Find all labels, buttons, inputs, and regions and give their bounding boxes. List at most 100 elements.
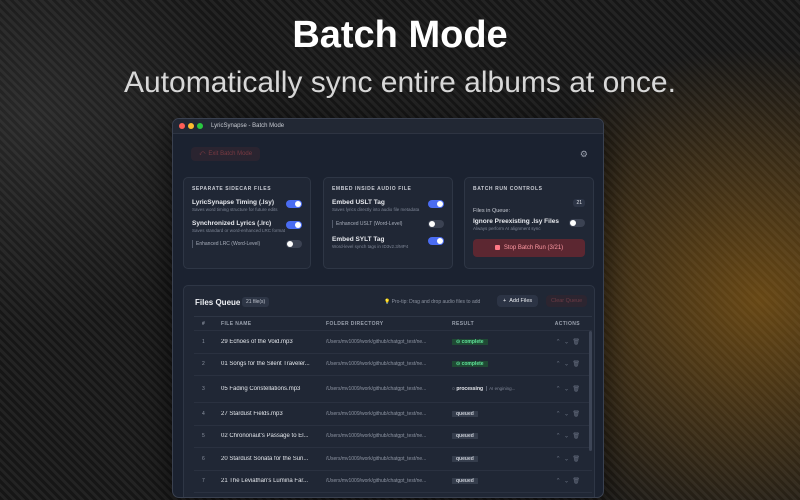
gear-icon[interactable]: ⚙ — [580, 149, 588, 160]
uslt-toggle[interactable] — [428, 200, 444, 208]
row-actions: ⌃ ⌄ 🗑 — [530, 361, 580, 368]
table-row[interactable]: 5 02 Chrononaut's Passage to El... /User… — [194, 426, 592, 448]
queue-title: Files Queue — [195, 298, 241, 307]
files-in-queue: Files in Queue: 21 — [473, 199, 585, 214]
clear-queue-button[interactable]: Clear Queue — [546, 295, 588, 307]
minimize-window-button[interactable] — [188, 123, 194, 129]
hero-title: Batch Mode — [292, 14, 508, 56]
row-number: 3 — [202, 386, 205, 392]
move-down-icon[interactable]: ⌄ — [564, 387, 569, 393]
table-row[interactable]: 7 21 The Leviathan's Lumina Far... /User… — [194, 471, 592, 493]
row-actions: ⌃ ⌄ 🗑 — [530, 433, 580, 440]
enhanced-lrc-toggle[interactable] — [286, 240, 302, 248]
move-up-icon[interactable]: ⌃ — [556, 456, 561, 462]
hero-subtitle: Automatically sync entire albums at once… — [124, 66, 676, 99]
sidecar-panel: SEPARATE SIDECAR FILES LyricSynapse Timi… — [183, 177, 311, 269]
folder-directory: /Users/mv1009/work/github/chatgpt_test/n… — [326, 386, 427, 392]
embed-panel: EMBED INSIDE AUDIO FILE Embed USLT Tag S… — [323, 177, 453, 269]
trash-icon[interactable]: 🗑 — [572, 387, 580, 393]
queue-count-badge: 21 file(s) — [242, 297, 270, 307]
move-up-icon[interactable]: ⌃ — [556, 434, 561, 440]
folder-directory: /Users/mv1009/work/github/chatgpt_test/n… — [326, 338, 427, 345]
close-window-button[interactable] — [179, 123, 185, 129]
file-name: 27 Stardust Fields.mp3 — [221, 410, 283, 417]
files-table: # FILE NAME FOLDER DIRECTORY RESULT ACTI… — [194, 316, 592, 497]
row-actions: ⌃ ⌄ 🗑 — [530, 410, 580, 417]
move-down-icon[interactable]: ⌄ — [564, 362, 569, 368]
move-up-icon[interactable]: ⌃ — [556, 339, 561, 345]
trash-icon[interactable]: 🗑 — [572, 411, 580, 417]
table-row[interactable]: 2 01 Songs for the Silent Traveler... /U… — [194, 354, 592, 376]
plus-icon: + — [503, 298, 507, 304]
move-up-icon[interactable]: ⌃ — [556, 387, 561, 393]
exit-icon: ⤺ — [199, 150, 206, 157]
sylt-toggle[interactable] — [428, 236, 444, 245]
files-queue-panel: Files Queue 21 file(s) 💡 Pro-tip: Drag a… — [183, 285, 595, 497]
window-title: LyricSynapse - Batch Mode — [211, 123, 285, 129]
enhanced-uslt-option: Enhanced USLT (Word-Level) — [332, 219, 444, 228]
uslt-option: Embed USLT Tag Saves lyrics directly int… — [332, 199, 444, 213]
row-actions: ⌃ ⌄ 🗑 — [530, 455, 580, 462]
ignore-lsy-toggle[interactable] — [569, 219, 585, 227]
trash-icon[interactable]: 🗑 — [572, 339, 580, 345]
status-badge: queued — [452, 433, 478, 440]
folder-directory: /Users/mv1009/work/github/chatgpt_test/n… — [326, 478, 427, 485]
file-name: 01 Songs for the Silent Traveler... — [221, 361, 310, 368]
exit-batch-mode-button[interactable]: ⤺ Exit Batch Mode — [191, 147, 261, 161]
row-number: 6 — [202, 455, 205, 462]
controls-heading: BATCH RUN CONTROLS — [473, 186, 543, 192]
file-name: 21 The Leviathan's Lumina Far... — [221, 478, 309, 485]
file-name: 29 Echoes of the Void.mp3 — [221, 338, 293, 345]
table-scrollbar[interactable] — [589, 331, 592, 451]
move-up-icon[interactable]: ⌃ — [556, 362, 561, 368]
file-name: 20 Stardust Sonata for the Sun... — [221, 455, 309, 462]
table-body: 1 29 Echoes of the Void.mp3 /Users/mv100… — [194, 331, 592, 493]
result-cell: queued — [452, 455, 478, 462]
row-number: 2 — [202, 361, 205, 368]
file-name: 05 Fading Constellations.mp3 — [221, 386, 301, 392]
lightbulb-icon: 💡 — [384, 299, 391, 305]
move-down-icon[interactable]: ⌄ — [564, 339, 569, 345]
move-up-icon[interactable]: ⌃ — [556, 411, 561, 417]
table-row[interactable]: 4 27 Stardust Fields.mp3 /Users/mv1009/w… — [194, 403, 592, 426]
table-row[interactable]: 1 29 Echoes of the Void.mp3 /Users/mv100… — [194, 331, 592, 354]
embed-heading: EMBED INSIDE AUDIO FILE — [332, 186, 412, 192]
spinner-icon: ◌ — [452, 386, 455, 393]
lrc-toggle[interactable] — [286, 220, 302, 229]
queue-tip: 💡 Pro-tip: Drag and drop audio files to … — [384, 299, 481, 305]
title-bar: LyricSynapse - Batch Mode — [173, 119, 603, 134]
sylt-option: Embed SYLT Tag Word-level synch tags in … — [332, 236, 444, 250]
row-actions: ⌃ ⌄ 🗑 — [530, 386, 580, 393]
table-row[interactable]: 6 20 Stardust Sonata for the Sun... /Use… — [194, 448, 592, 471]
move-down-icon[interactable]: ⌄ — [564, 479, 569, 485]
move-down-icon[interactable]: ⌄ — [564, 456, 569, 462]
folder-directory: /Users/mv1009/work/github/chatgpt_test/n… — [326, 410, 427, 417]
file-name: 02 Chrononaut's Passage to El... — [221, 433, 309, 440]
status-badge: ◌ processing — [452, 386, 484, 393]
trash-icon[interactable]: 🗑 — [572, 434, 580, 440]
table-row[interactable]: 3 05 Fading Constellations.mp3 /Users/mv… — [194, 376, 592, 403]
enhanced-lrc-option: Enhanced LRC (Word-Level) — [192, 240, 302, 248]
trash-icon[interactable]: 🗑 — [572, 362, 580, 368]
check-circle-icon: ⊙ — [456, 361, 461, 368]
move-down-icon[interactable]: ⌄ — [564, 434, 569, 440]
move-down-icon[interactable]: ⌄ — [564, 411, 569, 417]
lsy-toggle[interactable] — [286, 200, 302, 208]
status-badge: queued — [452, 410, 478, 417]
stop-batch-run-button[interactable]: Stop Batch Run (3/21) — [473, 238, 585, 257]
status-badge: queued — [452, 455, 478, 462]
enhanced-uslt-toggle[interactable] — [428, 219, 444, 228]
trash-icon[interactable]: 🗑 — [572, 479, 580, 485]
add-files-button[interactable]: + Add Files — [497, 295, 539, 307]
folder-directory: /Users/mv1009/work/github/chatgpt_test/n… — [326, 433, 427, 440]
lsy-option: LyricSynapse Timing (.lsy) Saves word ti… — [192, 199, 302, 213]
zoom-window-button[interactable] — [197, 123, 203, 129]
row-number: 4 — [202, 410, 205, 417]
move-up-icon[interactable]: ⌃ — [556, 479, 561, 485]
trash-icon[interactable]: 🗑 — [572, 456, 580, 462]
files-count-badge: 21 — [573, 199, 585, 207]
result-cell: ⊙ complete — [452, 338, 488, 345]
result-cell: ⊙ complete — [452, 361, 488, 368]
row-number: 1 — [202, 338, 205, 345]
status-badge: ⊙ complete — [452, 361, 488, 368]
